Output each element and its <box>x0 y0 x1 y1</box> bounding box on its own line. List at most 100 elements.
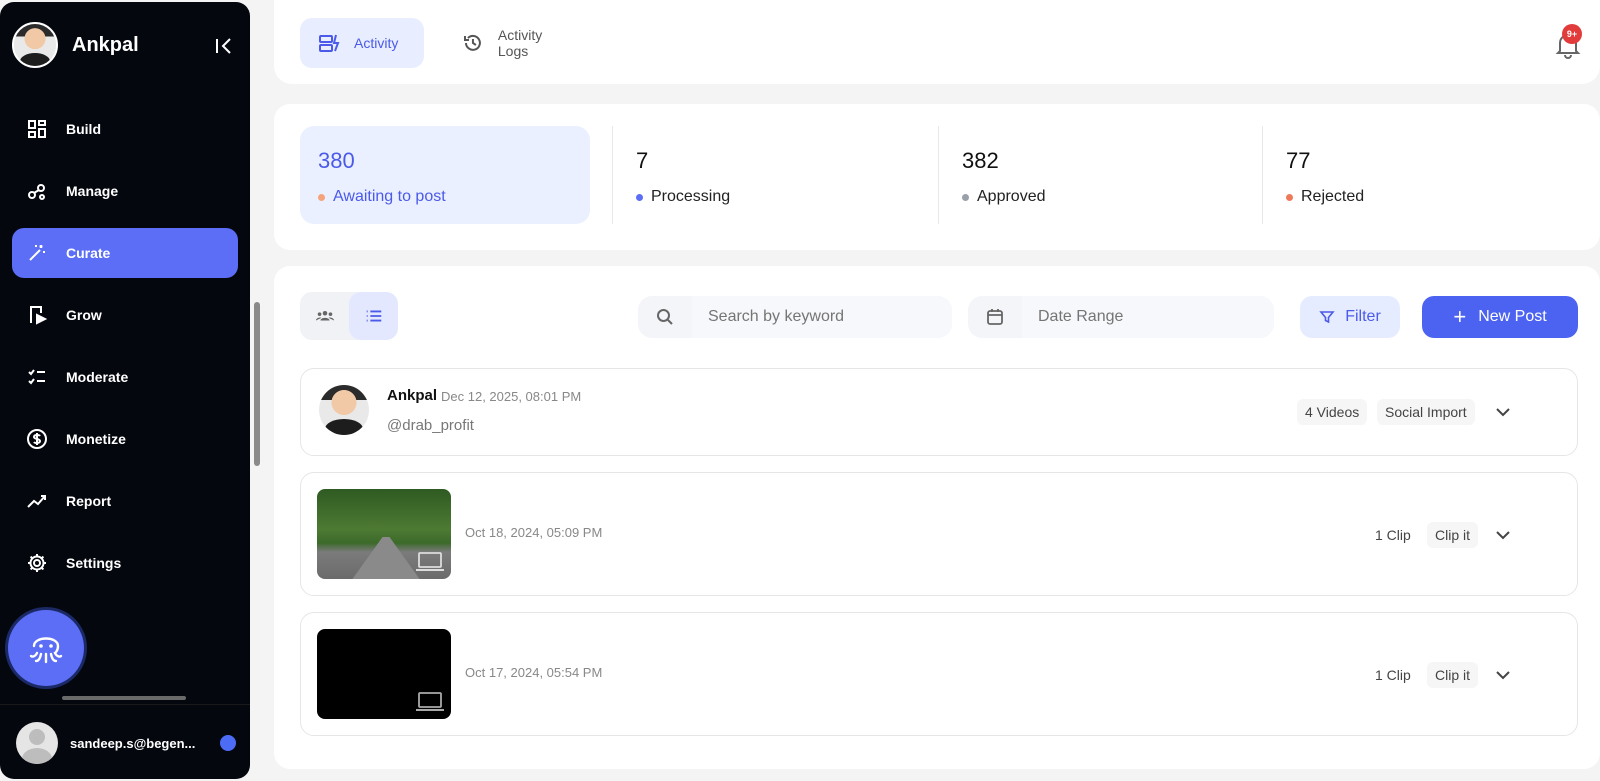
stat-processing[interactable]: 7 Processing <box>618 126 908 224</box>
date-range-box <box>968 296 1274 338</box>
stat-label: Approved <box>977 188 1046 205</box>
sidebar-item-moderate[interactable]: Moderate <box>12 352 238 402</box>
tab-label: Activity Logs <box>497 27 543 59</box>
sidebar-item-label: Settings <box>66 555 122 571</box>
chevron-down-icon[interactable] <box>1489 398 1517 426</box>
octopus-icon <box>29 637 63 664</box>
checklist-icon <box>26 366 48 388</box>
status-dot <box>1286 193 1293 201</box>
sidebar-item-label: Manage <box>66 183 119 199</box>
stat-label: Processing <box>651 188 731 205</box>
list-view-button[interactable] <box>349 292 398 340</box>
post-author: Ankpal <box>387 387 438 404</box>
search-box <box>638 296 952 338</box>
stat-label: Awaiting to post <box>333 188 446 205</box>
stat-label: Rejected <box>1301 188 1365 205</box>
stat-value: 380 <box>318 148 355 173</box>
status-dot <box>636 193 643 201</box>
post-date: Dec 12, 2025, 08:01 PM <box>441 389 582 404</box>
trend-icon <box>26 490 48 512</box>
video-thumbnail[interactable] <box>317 629 451 719</box>
video-date: Oct 18, 2024, 05:09 PM <box>465 525 603 540</box>
top-header: Activity Activity Logs 9+ <box>274 0 1600 84</box>
clip-count-badge: 1 Clip <box>1367 522 1419 548</box>
video-thumbnail[interactable] <box>317 489 451 579</box>
clip-it-button[interactable]: Clip it <box>1427 662 1479 688</box>
avatar <box>319 385 369 435</box>
sidebar-item-settings[interactable]: Settings <box>12 538 238 588</box>
plus-icon: + <box>1453 304 1467 329</box>
video-date: Oct 17, 2024, 05:54 PM <box>465 665 603 680</box>
history-icon <box>463 34 481 51</box>
video-card[interactable]: Oct 18, 2024, 05:09 PM 1 Clip Clip it <box>300 472 1578 596</box>
sidebar-item-monetize[interactable]: Monetize <box>12 414 238 464</box>
nodes-icon <box>26 180 48 202</box>
brand: Ankpal <box>12 22 139 68</box>
search-input[interactable] <box>692 296 952 338</box>
stat-value: 7 <box>636 148 649 173</box>
sidebar-item-grow[interactable]: Grow <box>12 290 238 340</box>
search-icon <box>638 296 692 338</box>
users-icon <box>315 311 334 321</box>
group-view-button[interactable] <box>300 292 349 340</box>
chevron-down-icon[interactable] <box>1489 661 1517 689</box>
date-range-input[interactable] <box>1022 296 1274 338</box>
video-card[interactable]: Oct 17, 2024, 05:54 PM 1 Clip Clip it <box>300 612 1578 736</box>
divider <box>1262 126 1263 224</box>
new-post-button[interactable]: + New Post <box>1422 296 1578 338</box>
dollar-icon <box>26 428 48 450</box>
laptop-icon <box>416 692 444 711</box>
assistant-octopus-button[interactable] <box>8 610 84 686</box>
brand-name: Ankpal <box>72 33 139 56</box>
status-dot <box>318 193 325 201</box>
sidebar-scrollbar[interactable] <box>254 302 260 466</box>
sidebar-nav: Build Manage Curate Grow Moderate Moneti… <box>12 104 238 600</box>
brand-avatar[interactable] <box>12 22 58 68</box>
grid-icon <box>26 118 48 140</box>
sidebar-item-label: Curate <box>66 245 111 261</box>
tab-activity[interactable]: Activity <box>300 18 424 68</box>
stat-rejected[interactable]: 77 Rejected <box>1268 126 1558 224</box>
divider <box>612 126 613 224</box>
clip-it-button[interactable]: Clip it <box>1427 522 1479 548</box>
stat-approved[interactable]: 382 Approved <box>944 126 1234 224</box>
magic-wand-icon <box>26 242 48 264</box>
post-handle: @drab_profit <box>387 417 474 434</box>
sidebar-item-curate[interactable]: Curate <box>12 228 238 278</box>
filter-label: Filter <box>1345 308 1381 325</box>
notification-badge: 9+ <box>1562 24 1582 44</box>
sidebar-item-label: Grow <box>66 307 102 323</box>
status-dot <box>962 193 969 201</box>
post-card[interactable]: Ankpal Dec 12, 2025, 08:01 PM @drab_prof… <box>300 368 1578 456</box>
tab-activity-logs[interactable]: Activity Logs <box>444 18 594 68</box>
activity-icon <box>319 34 340 52</box>
gear-icon <box>26 552 48 574</box>
posts-panel: Filter + New Post Ankpal Dec 12, 2025, 0… <box>274 266 1600 769</box>
user-profile[interactable]: sandeep.s@begen... <box>0 704 250 781</box>
sidebar-item-manage[interactable]: Manage <box>12 166 238 216</box>
collapse-sidebar-icon[interactable] <box>210 32 238 60</box>
stats-panel: 380 Awaiting to post 7 Processing 382 Ap… <box>274 104 1600 250</box>
play-square-icon <box>26 304 48 326</box>
stat-value: 77 <box>1286 148 1311 173</box>
verified-icon <box>220 735 236 751</box>
list-icon <box>366 310 381 322</box>
video-count-badge: 4 Videos <box>1297 399 1368 425</box>
sidebar-item-label: Report <box>66 493 112 509</box>
filter-icon <box>1319 311 1335 324</box>
source-badge: Social Import <box>1377 399 1475 425</box>
user-email: sandeep.s@begen... <box>70 735 196 751</box>
new-post-label: New Post <box>1478 308 1547 325</box>
avatar <box>16 722 58 764</box>
clip-count-badge: 1 Clip <box>1367 662 1419 688</box>
laptop-icon <box>416 552 444 571</box>
sidebar-item-report[interactable]: Report <box>12 476 238 526</box>
filter-button[interactable]: Filter <box>1300 296 1400 338</box>
drag-handle[interactable] <box>62 696 186 700</box>
chevron-down-icon[interactable] <box>1489 521 1517 549</box>
stat-awaiting[interactable]: 380 Awaiting to post <box>300 126 590 224</box>
sidebar: Ankpal Build Manage Curate Grow Moderate… <box>0 2 250 779</box>
stat-value: 382 <box>962 148 999 173</box>
view-toggle <box>300 292 398 340</box>
sidebar-item-build[interactable]: Build <box>12 104 238 154</box>
